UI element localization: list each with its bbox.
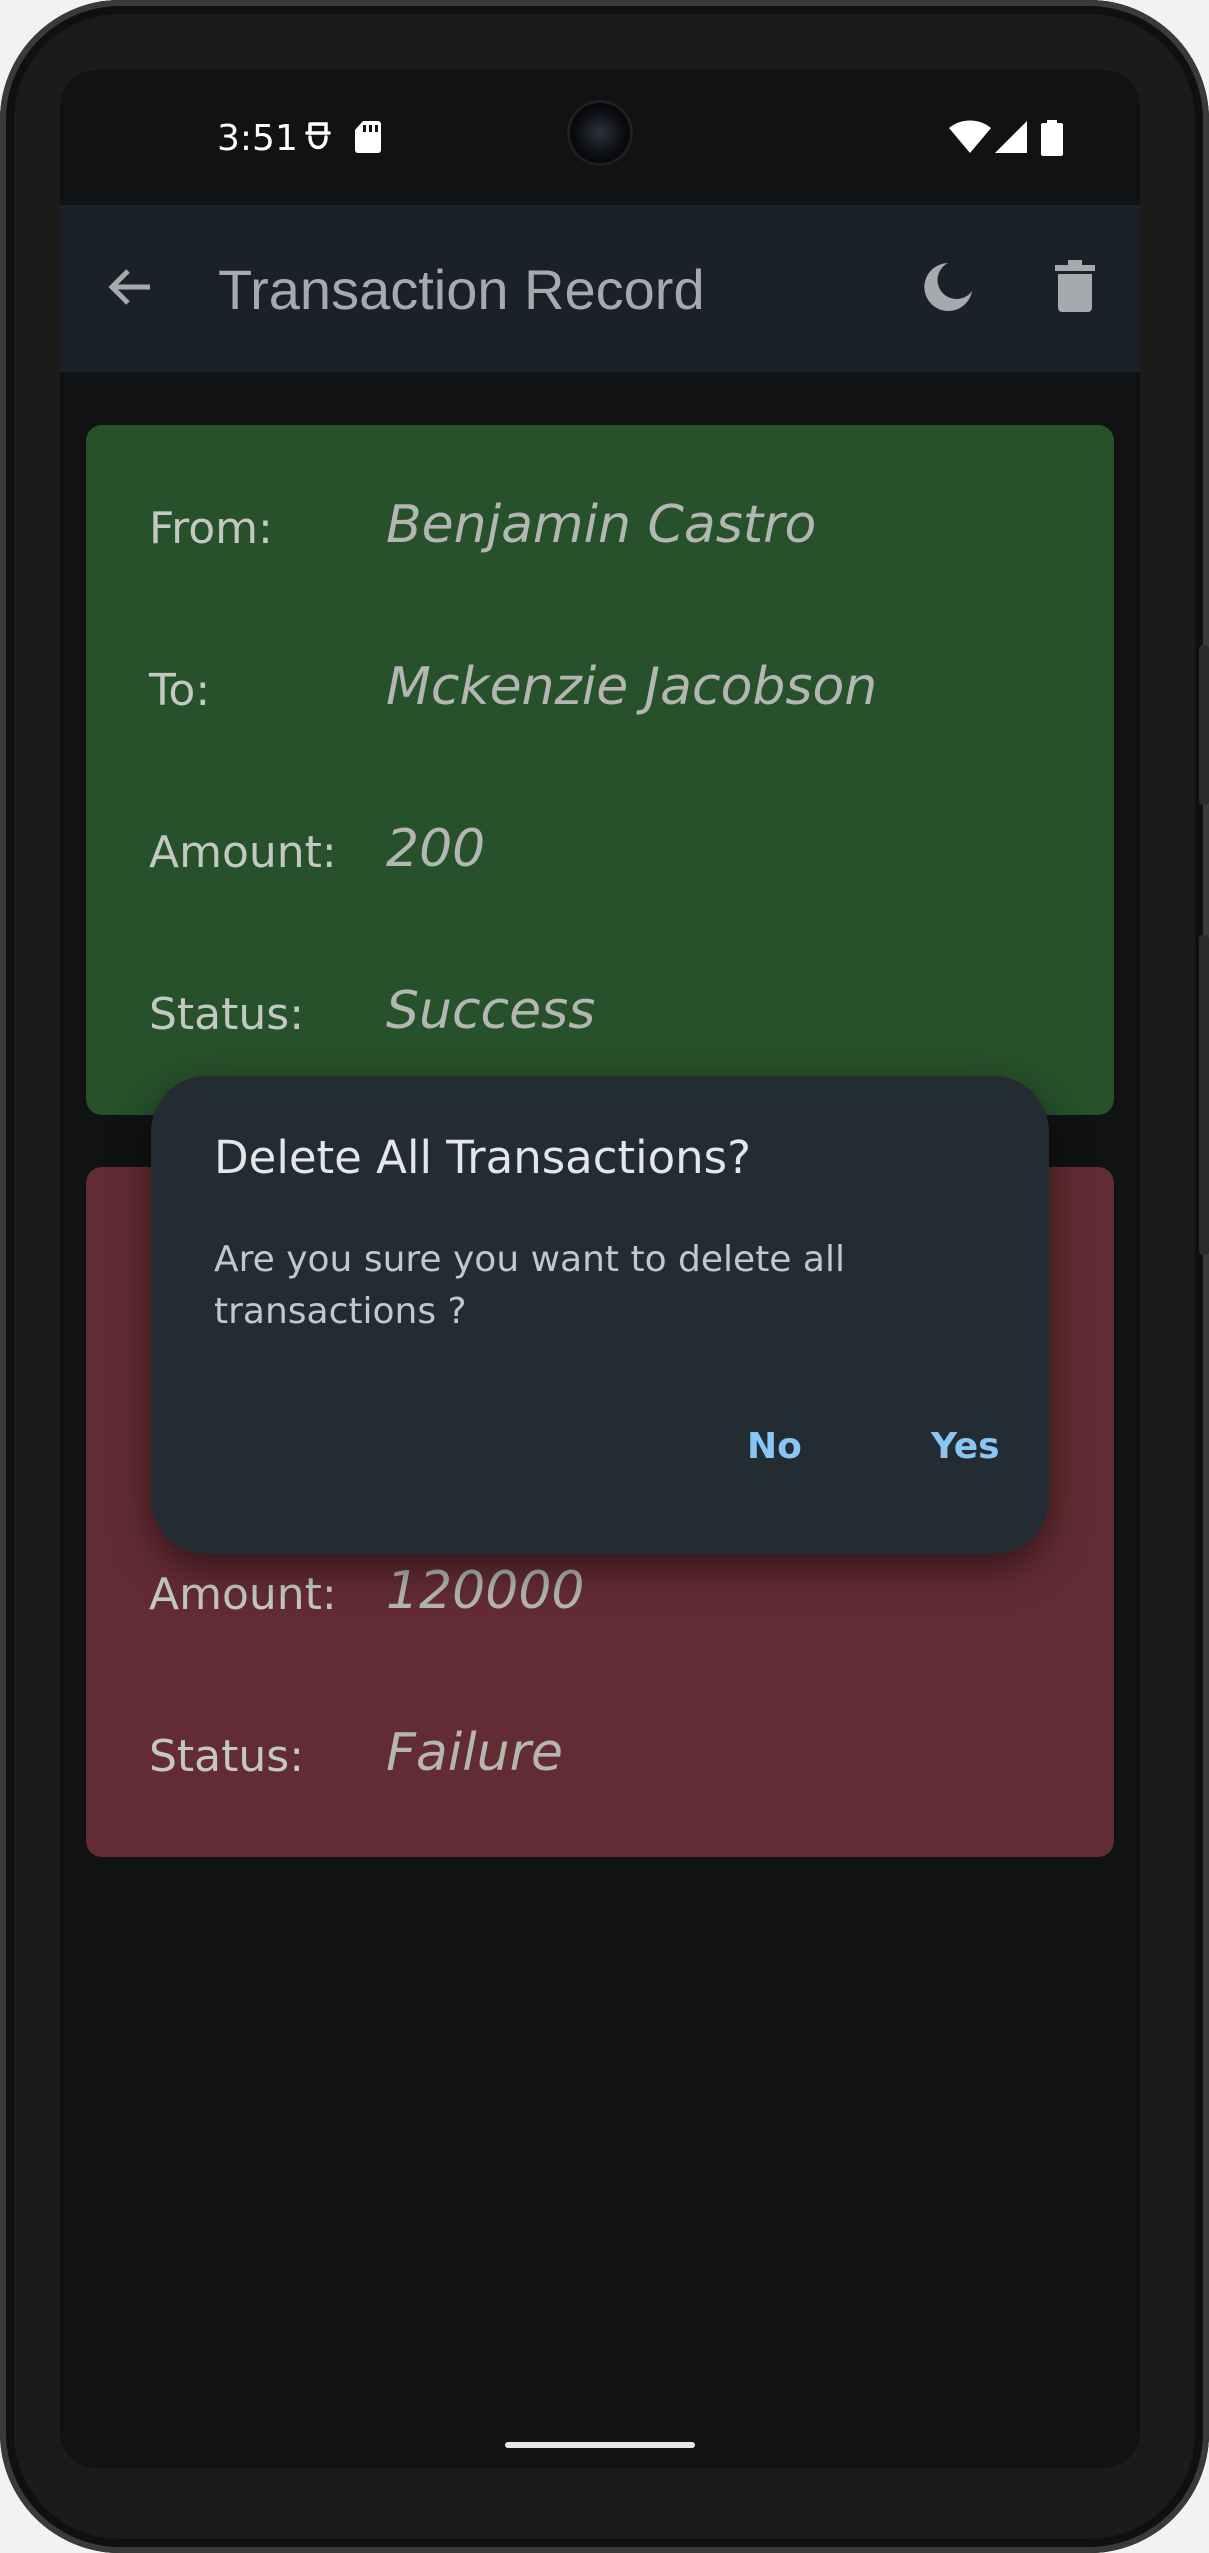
dialog-message: Are you sure you want to delete all tran… bbox=[214, 1239, 845, 1332]
gesture-nav-handle[interactable] bbox=[505, 2442, 695, 2448]
screen: 3:51 Transaction Record From: Benjamin C… bbox=[60, 70, 1140, 2468]
delete-confirm-dialog: Delete All Transactions? Are you sure yo… bbox=[151, 1076, 1049, 1554]
phone-frame: 3:51 Transaction Record From: Benjamin C… bbox=[0, 0, 1209, 2553]
power-button bbox=[1199, 645, 1209, 805]
no-button[interactable]: No bbox=[747, 1426, 802, 1467]
yes-button[interactable]: Yes bbox=[931, 1426, 1000, 1467]
dialog-title: Delete All Transactions? bbox=[214, 1131, 752, 1184]
volume-button bbox=[1199, 935, 1209, 1255]
